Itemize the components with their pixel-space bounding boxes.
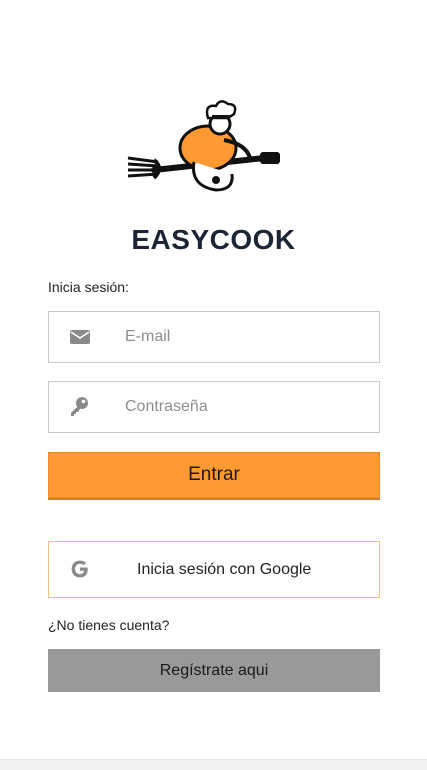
chef-on-fork-logo [127,100,280,192]
enter-button[interactable]: Entrar [48,452,380,498]
login-label: Inicia sesión: [48,279,129,295]
envelope-icon [70,330,90,344]
google-icon [71,560,88,578]
no-account-prompt: ¿No tienes cuenta? [48,617,170,633]
register-button[interactable]: Regístrate aqui [48,649,380,692]
password-field[interactable] [48,381,380,433]
app-title: EASYCOOK [131,224,296,255]
key-icon [71,397,88,416]
google-signin-button[interactable]: Inicia sesión con Google [48,541,380,598]
email-input[interactable] [125,312,365,362]
google-signin-label: Inicia sesión con Google [137,561,312,578]
email-field[interactable] [48,311,380,363]
bottom-bar [0,759,427,770]
password-input[interactable] [125,382,365,432]
login-screen: EASYCOOK Inicia sesión: Entrar Inicia se… [0,0,427,770]
